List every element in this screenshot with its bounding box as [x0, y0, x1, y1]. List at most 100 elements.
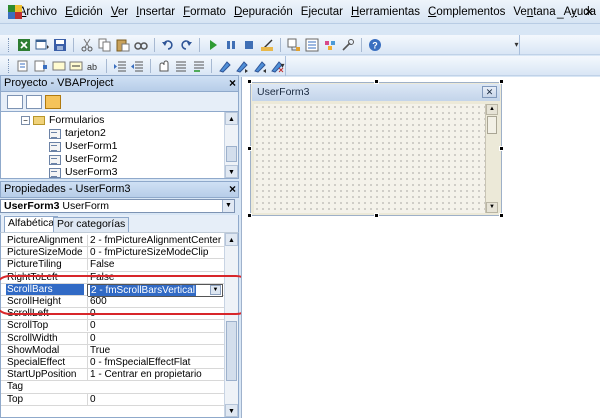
insert-userform-icon[interactable] — [34, 37, 50, 53]
comment-block-icon[interactable] — [173, 58, 188, 74]
property-value[interactable]: False — [87, 259, 223, 271]
tab-alfabetica[interactable]: Alfabética — [4, 216, 59, 232]
properties-panel-close-button[interactable]: × — [229, 182, 236, 197]
minimize-button[interactable]: _ — [557, 5, 564, 19]
properties-window-icon[interactable] — [304, 37, 320, 53]
property-row-startupposition[interactable]: StartUpPosition 1 - Centrar en propietari… — [1, 369, 225, 382]
next-bookmark-icon[interactable] — [235, 58, 250, 74]
resize-handle[interactable] — [499, 79, 504, 84]
scroll-up-icon[interactable]: ▲ — [225, 233, 238, 246]
scroll-up-icon[interactable]: ▲ — [225, 112, 238, 125]
toolbar-overflow-icon[interactable]: ▾ — [512, 37, 521, 52]
undo-icon[interactable] — [160, 37, 176, 53]
cut-icon[interactable] — [79, 37, 95, 53]
menu-depuracion[interactable]: Depuración — [230, 0, 297, 24]
scroll-thumb[interactable] — [226, 321, 237, 381]
scroll-up-icon[interactable]: ▲ — [486, 104, 498, 115]
property-value[interactable]: 1 - Centrar en propietario — [87, 369, 223, 381]
userform-window[interactable]: UserForm3 ✕ ▲ ▼ — [250, 82, 502, 216]
resize-handle[interactable] — [374, 213, 379, 218]
property-row-scrolltop[interactable]: ScrollTop 0 — [1, 320, 225, 333]
property-row-specialeffect[interactable]: SpecialEffect 0 - fmSpecialEffectFlat — [1, 357, 225, 370]
menu-edicion[interactable]: Edición — [61, 0, 107, 24]
scroll-thumb[interactable] — [487, 116, 497, 134]
menu-herramientas[interactable]: Herramientas — [347, 0, 424, 24]
property-value[interactable]: 0 — [87, 393, 223, 405]
menu-ventana[interactable]: Ventana — [509, 0, 559, 24]
tree-folder-formularios[interactable]: − Formularios — [21, 114, 104, 127]
property-row-picturesizemode[interactable]: PictureSizeMode 0 - fmPictureSizeModeClip — [1, 247, 225, 260]
property-row-tag[interactable]: Tag — [1, 381, 225, 394]
tree-item-userform3[interactable]: UserForm3 — [49, 166, 118, 178]
toggle-bookmark-icon[interactable] — [217, 58, 232, 74]
userform-close-button[interactable]: ✕ — [482, 86, 497, 98]
resize-handle[interactable] — [374, 79, 379, 84]
userform-grid-canvas[interactable] — [254, 104, 486, 213]
run-icon[interactable] — [205, 37, 221, 53]
menu-ver[interactable]: Ver — [107, 0, 132, 24]
toolbar-grip[interactable] — [8, 59, 11, 73]
scroll-thumb[interactable] — [226, 146, 237, 162]
object-browser-icon[interactable] — [322, 37, 338, 53]
complete-word-icon[interactable]: ab — [86, 58, 101, 74]
break-icon[interactable] — [223, 37, 239, 53]
menu-formato[interactable]: Formato — [179, 0, 230, 24]
property-row-picturetiling[interactable]: PictureTiling False — [1, 259, 225, 272]
tree-item-userform2[interactable]: UserForm2 — [49, 153, 118, 166]
find-icon[interactable] — [133, 37, 149, 53]
scroll-down-icon[interactable]: ▼ — [486, 202, 498, 213]
resize-handle[interactable] — [247, 146, 252, 151]
indent-icon[interactable] — [112, 58, 127, 74]
property-value[interactable]: 0 — [87, 320, 223, 332]
toolbox-icon[interactable] — [340, 37, 356, 53]
collapse-icon[interactable]: − — [21, 116, 30, 125]
paste-icon[interactable] — [115, 37, 131, 53]
list-constants-icon[interactable] — [33, 58, 48, 74]
project-panel-close-button[interactable]: × — [229, 76, 236, 91]
list-properties-icon[interactable] — [16, 58, 31, 74]
save-icon[interactable] — [52, 37, 68, 53]
userform-title-bar[interactable]: UserForm3 ✕ — [252, 84, 500, 101]
chevron-down-icon[interactable]: ▼ — [222, 200, 234, 212]
property-value[interactable]: 0 - fmSpecialEffectFlat — [87, 357, 223, 368]
properties-scrollbar[interactable]: ▲ ▼ — [224, 233, 238, 417]
property-row-top[interactable]: Top 0 — [1, 393, 225, 406]
project-explorer-icon[interactable] — [286, 37, 302, 53]
property-row-scrollwidth[interactable]: ScrollWidth 0 — [1, 332, 225, 345]
tree-item-userform1[interactable]: UserForm1 — [49, 140, 118, 153]
resize-handle[interactable] — [499, 213, 504, 218]
property-row-showmodal[interactable]: ShowModal True — [1, 344, 225, 357]
tab-por-categorias[interactable]: Por categorías — [53, 217, 130, 232]
property-value[interactable]: 2 - fmPictureAlignmentCenter — [87, 235, 223, 246]
menu-complementos[interactable]: Complementos — [424, 0, 509, 24]
property-value[interactable]: 0 — [87, 332, 223, 344]
copy-icon[interactable] — [97, 37, 113, 53]
scroll-down-icon[interactable]: ▼ — [225, 165, 238, 178]
property-value[interactable]: True — [87, 344, 223, 356]
menu-insertar[interactable]: Insertar — [132, 0, 179, 24]
redo-icon[interactable] — [178, 37, 194, 53]
design-mode-icon[interactable] — [259, 37, 275, 53]
property-row-picturealignment[interactable]: PictureAlignment 2 - fmPictureAlignmentCe… — [1, 235, 225, 248]
toggle-folders-icon[interactable] — [45, 94, 61, 109]
toolbar-overflow-icon[interactable]: ▾ — [278, 58, 287, 73]
quick-info-icon[interactable] — [51, 58, 66, 74]
view-code-icon[interactable] — [7, 94, 23, 109]
view-object-icon[interactable] — [26, 94, 42, 109]
resize-handle[interactable] — [499, 146, 504, 151]
project-tree-scrollbar[interactable]: ▲ ▼ — [224, 112, 238, 178]
previous-bookmark-icon[interactable] — [252, 58, 267, 74]
reset-icon[interactable] — [241, 37, 257, 53]
toggle-breakpoint-icon[interactable] — [156, 58, 171, 74]
close-button[interactable]: ✕ — [584, 5, 594, 19]
restore-button[interactable]: ▫ — [572, 5, 576, 19]
resize-handle[interactable] — [247, 79, 252, 84]
tree-item-tarjeton2[interactable]: tarjeton2 — [49, 127, 106, 140]
scroll-down-icon[interactable]: ▼ — [225, 404, 238, 417]
parameter-info-icon[interactable] — [68, 58, 83, 74]
uncomment-block-icon[interactable] — [191, 58, 206, 74]
toolbar-grip[interactable] — [8, 38, 11, 52]
object-selector[interactable]: UserForm3 UserForm ▼ — [0, 199, 235, 213]
outdent-icon[interactable] — [130, 58, 145, 74]
property-value[interactable]: 0 - fmPictureSizeModeClip — [87, 247, 223, 259]
